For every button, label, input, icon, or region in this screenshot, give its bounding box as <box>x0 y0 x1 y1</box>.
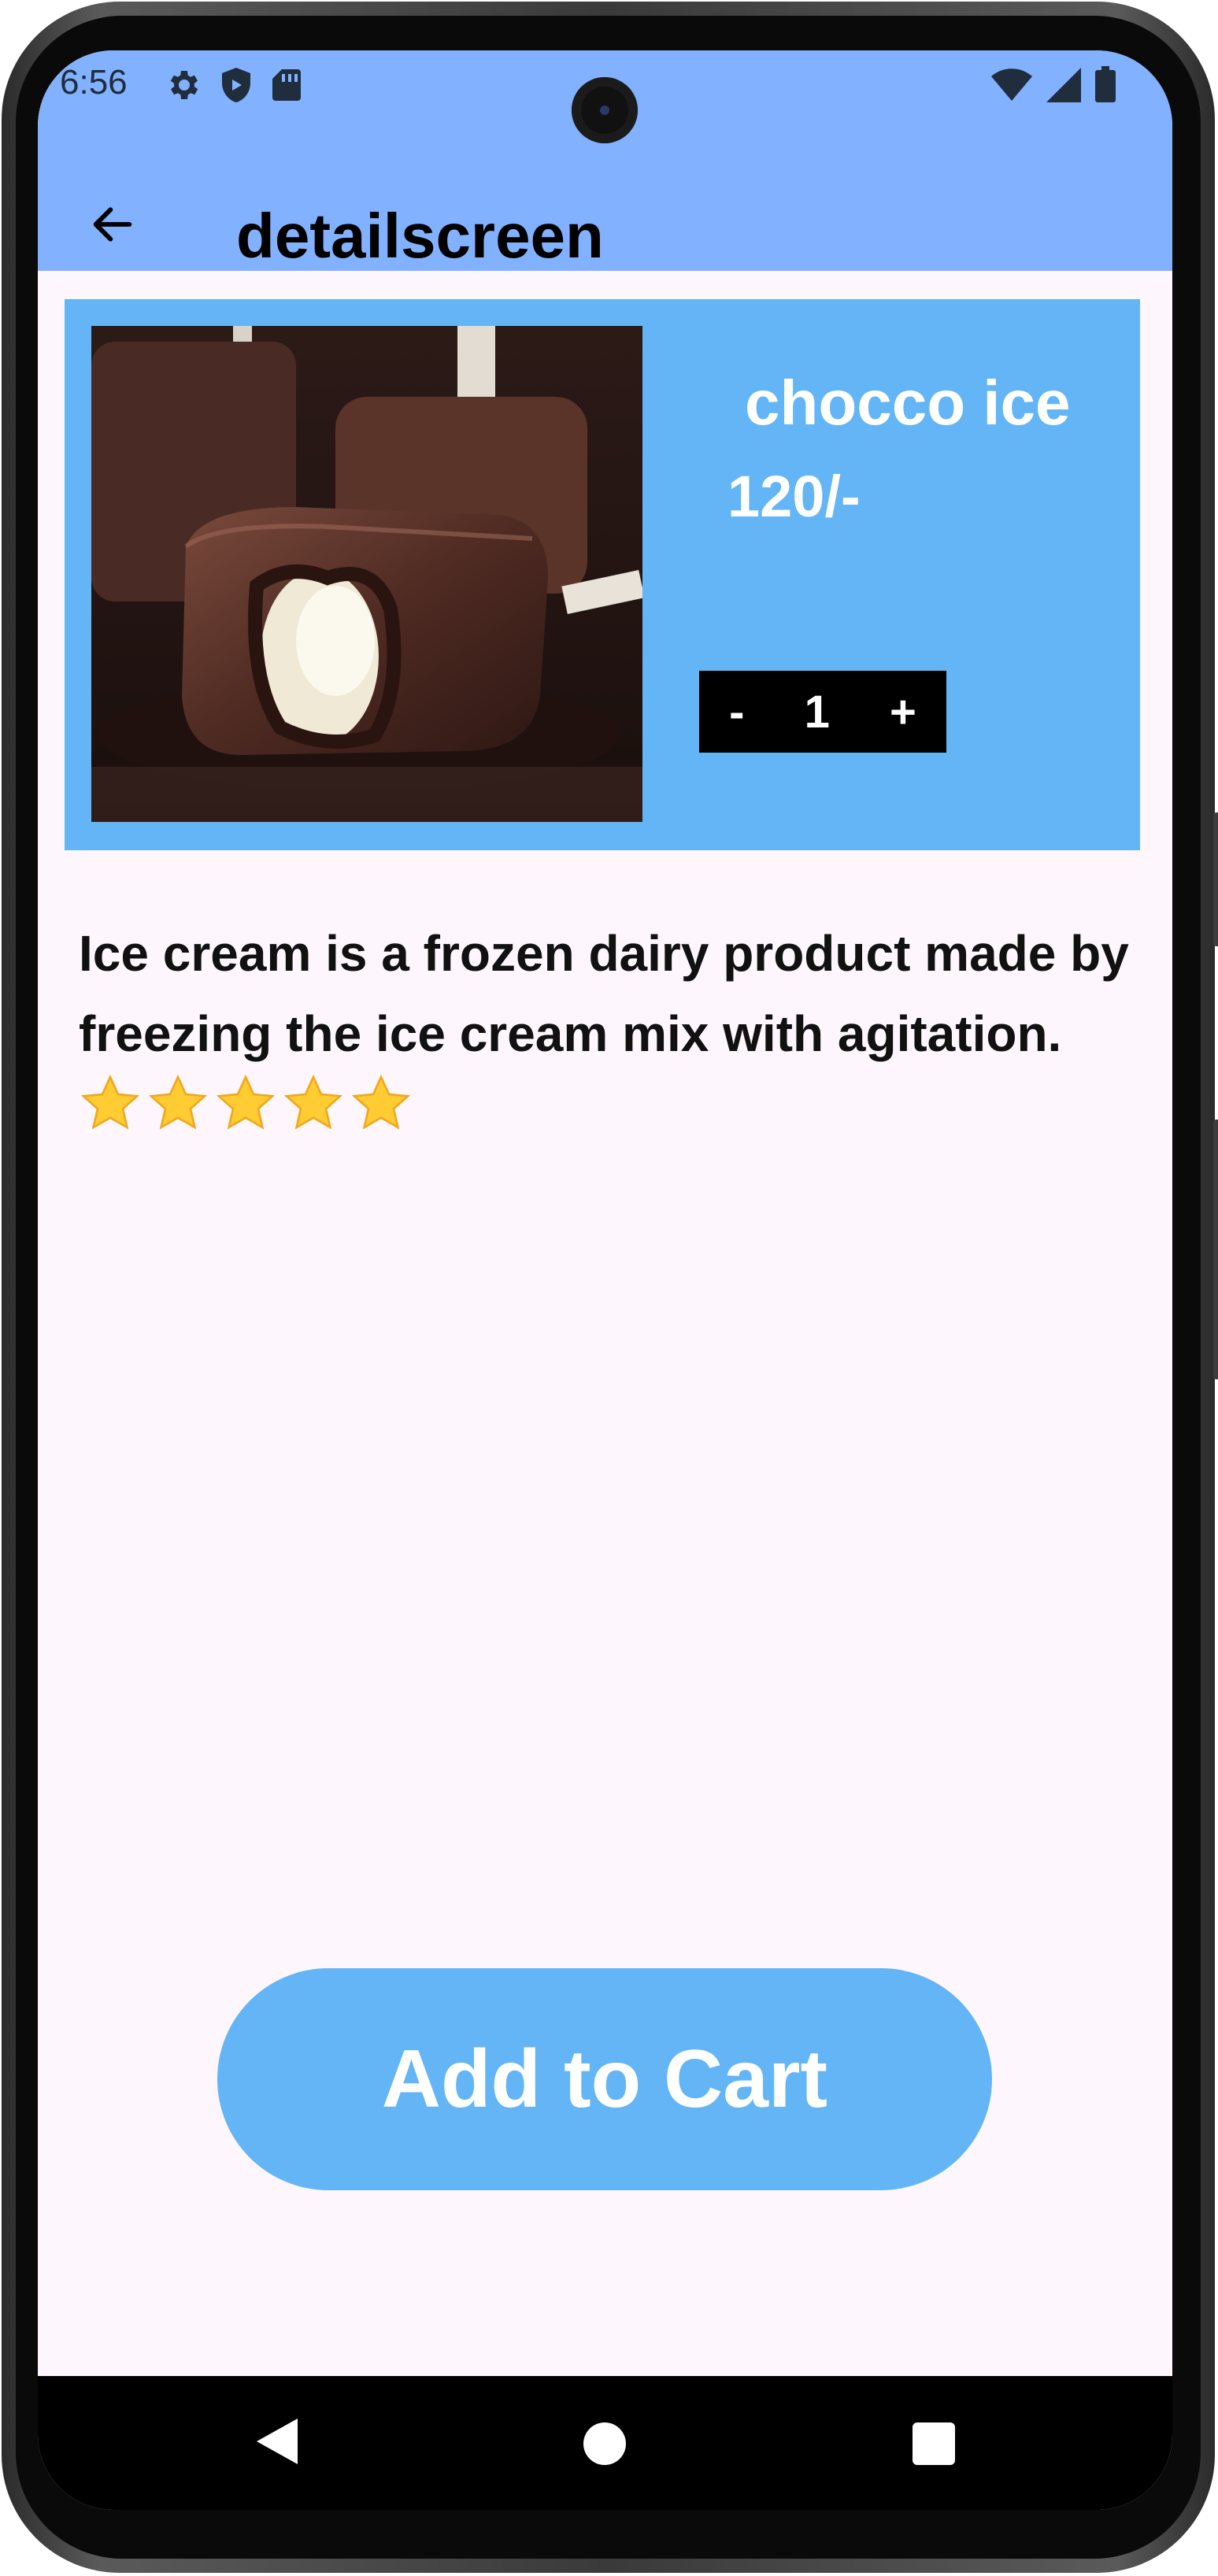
camera-cutout <box>572 77 638 143</box>
product-name: chocco ice <box>745 368 1071 438</box>
recents-square-icon[interactable] <box>912 2422 956 2470</box>
shield-icon <box>219 66 254 108</box>
arrow-left-icon <box>87 199 138 254</box>
battery-icon <box>1095 66 1116 106</box>
quantity-stepper: - 1 + <box>699 671 946 753</box>
wifi-icon <box>991 68 1032 106</box>
star-icon <box>79 1072 142 1158</box>
power-button <box>1213 1120 1218 1379</box>
back-triangle-icon[interactable] <box>254 2415 301 2471</box>
page-title: detailscreen <box>236 201 604 271</box>
increment-button[interactable]: + <box>890 686 916 738</box>
star-icon <box>146 1072 209 1158</box>
product-image <box>91 326 642 822</box>
status-time: 6:56 <box>60 63 128 102</box>
product-price: 120/- <box>727 464 861 529</box>
home-circle-icon[interactable] <box>583 2422 627 2470</box>
product-description: Ice cream is a frozen dairy product made… <box>79 913 1134 1161</box>
system-nav-bar <box>38 2376 1172 2510</box>
product-card: chocco ice 120/- - 1 + <box>65 299 1140 850</box>
star-icon <box>214 1072 277 1158</box>
status-icons-right <box>991 66 1116 106</box>
app-bar: 6:56 detailscreen <box>38 50 1172 271</box>
gear-icon <box>164 66 202 108</box>
decrement-button[interactable]: - <box>729 686 744 738</box>
description-text: Ice cream is a frozen dairy product made… <box>79 925 1129 1062</box>
volume-button <box>1213 812 1218 946</box>
star-icon <box>350 1072 413 1158</box>
sd-card-icon <box>271 66 302 108</box>
signal-icon <box>1046 68 1081 106</box>
quantity-value: 1 <box>804 686 830 738</box>
star-icon <box>282 1072 345 1158</box>
rating-stars <box>79 1072 413 1158</box>
app-screen: 6:56 detailscreen chocco ice 120/- - 1 +… <box>38 50 1172 2510</box>
add-to-cart-button[interactable]: Add to Cart <box>217 1968 992 2190</box>
status-icons-left <box>164 66 302 108</box>
back-button[interactable] <box>77 191 148 261</box>
